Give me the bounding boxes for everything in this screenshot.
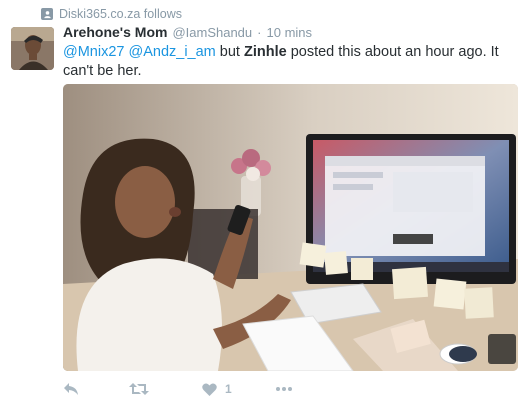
retweet-button[interactable]: [129, 382, 202, 396]
tweet-text-bold: Zinhle: [243, 44, 287, 60]
like-button[interactable]: 1: [202, 382, 275, 396]
tweet-photo[interactable]: [63, 84, 518, 371]
author-screenname[interactable]: @IamShandu: [172, 25, 252, 40]
more-button[interactable]: [275, 386, 293, 392]
reply-button[interactable]: [63, 382, 129, 396]
tweet-text-part: but: [215, 44, 244, 60]
mention-link[interactable]: @Mnix27: [63, 44, 124, 60]
more-dots-icon: [275, 386, 293, 392]
avatar[interactable]: [11, 27, 54, 70]
time-separator: ·: [257, 25, 262, 40]
retweet-icon: [129, 382, 149, 396]
author-fullname[interactable]: Arehone's Mom: [63, 24, 167, 40]
tweet-actions: 1: [63, 378, 293, 400]
social-context-text[interactable]: Diski365.co.za follows: [59, 7, 182, 21]
tweet-text: @Mnix27 @Andz_i_am but Zinhle posted thi…: [63, 43, 518, 81]
social-context: Diski365.co.za follows: [41, 6, 182, 22]
heart-icon: [202, 383, 217, 396]
tweet-timestamp[interactable]: 10 mins: [267, 25, 313, 40]
reply-icon: [63, 382, 79, 396]
like-count: 1: [225, 382, 232, 396]
tweet-header: Arehone's Mom @IamShandu · 10 mins: [63, 24, 312, 42]
follow-person-icon: [41, 8, 53, 20]
mention-link[interactable]: @Andz_i_am: [129, 44, 216, 60]
